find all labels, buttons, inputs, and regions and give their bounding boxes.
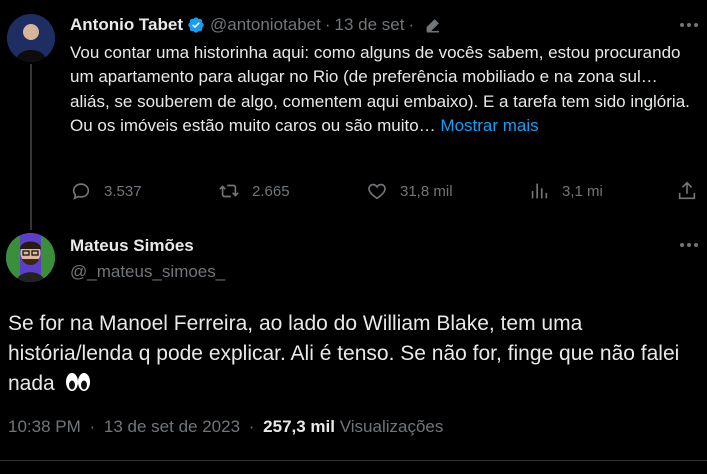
reply-author-handle[interactable]: @_mateus_simoes_ xyxy=(70,262,225,282)
divider xyxy=(0,460,707,461)
reply-author-avatar[interactable] xyxy=(6,233,55,282)
separator-dot: · xyxy=(408,15,415,34)
reply-views-label[interactable]: Visualizações xyxy=(340,417,444,436)
tweet-actions: 3.537 2.665 31,8 mil 3,1 mi xyxy=(0,180,707,210)
reply-body: Se for na Manoel Ferreira, ao lado do Wi… xyxy=(8,312,680,395)
retweet-button[interactable]: 2.665 xyxy=(218,180,290,202)
edit-icon[interactable] xyxy=(424,16,442,34)
reply-date[interactable]: 13 de set de 2023 xyxy=(104,417,240,436)
eyes-emoji xyxy=(65,371,91,402)
share-icon xyxy=(678,181,696,200)
author-name[interactable]: Antonio Tabet xyxy=(70,15,183,35)
reply-metadata: 10:38 PM · 13 de set de 2023 · 257,3 mil… xyxy=(8,417,443,437)
retweet-count: 2.665 xyxy=(252,182,290,200)
like-icon xyxy=(368,183,386,200)
reply-views-count[interactable]: 257,3 mil xyxy=(263,417,335,436)
reply-icon xyxy=(72,183,90,200)
parent-tweet[interactable]: Antonio Tabet @antoniotabet · 13 de set … xyxy=(0,0,707,222)
views-icon xyxy=(531,183,548,199)
retweet-icon xyxy=(219,184,239,198)
more-icon xyxy=(680,23,698,27)
reply-time[interactable]: 10:38 PM xyxy=(8,417,81,436)
reply-more-options-button[interactable] xyxy=(678,238,700,257)
more-options-button[interactable] xyxy=(678,18,700,37)
more-icon xyxy=(680,243,698,247)
show-more-link[interactable]: Mostrar mais xyxy=(440,116,538,135)
like-count: 31,8 mil xyxy=(400,182,453,200)
views-button[interactable]: 3,1 mi xyxy=(528,180,603,202)
tweet-text: Vou contar uma historinha aqui: como alg… xyxy=(70,41,702,138)
reply-button[interactable]: 3.537 xyxy=(70,180,142,202)
separator-dot: · xyxy=(248,417,255,436)
reply-text: Se for na Manoel Ferreira, ao lado do Wi… xyxy=(8,309,698,402)
thread-connector-line xyxy=(30,64,32,230)
author-avatar[interactable] xyxy=(7,14,55,62)
tweet-body: Vou contar uma historinha aqui: como alg… xyxy=(70,43,690,135)
separator-dot: · xyxy=(324,15,331,34)
author-handle[interactable]: @antoniotabet xyxy=(210,15,321,35)
tweet-date[interactable]: 13 de set xyxy=(335,15,405,35)
like-button[interactable]: 31,8 mil xyxy=(366,180,453,202)
reply-count: 3.537 xyxy=(104,182,142,200)
verified-badge-icon xyxy=(188,17,204,33)
separator-dot: · xyxy=(89,417,96,436)
reply-author-name[interactable]: Mateus Simões xyxy=(70,236,194,256)
views-count: 3,1 mi xyxy=(562,182,603,200)
share-button[interactable] xyxy=(676,180,698,202)
